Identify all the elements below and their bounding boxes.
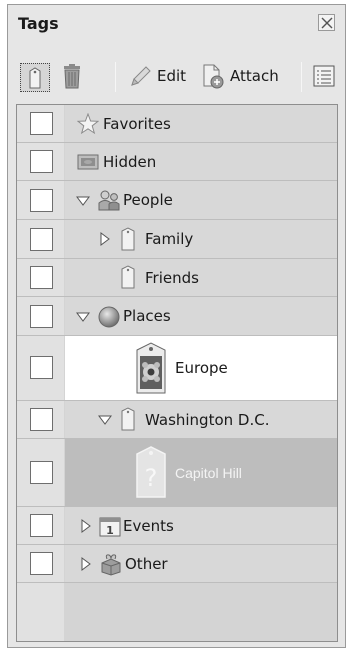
expand-arrow-icon[interactable] (100, 232, 110, 246)
attach-button[interactable]: Attach (200, 53, 279, 99)
new-tag-button[interactable] (20, 63, 50, 92)
tag-checkbox[interactable] (30, 189, 53, 212)
tag-label: Friends (145, 269, 199, 287)
tag-label: Places (123, 307, 171, 325)
tag-label: Favorites (103, 115, 171, 133)
tag-row-content: ? Capitol Hill (65, 439, 337, 506)
question-tag-icon: ? (136, 446, 166, 498)
tag-checkbox[interactable] (30, 266, 53, 289)
calendar-icon: 1 (99, 517, 121, 537)
tag-label: Events (123, 517, 174, 535)
attach-label: Attach (230, 67, 279, 85)
tag-label: Hidden (103, 153, 157, 171)
pencil-icon (131, 66, 151, 86)
star-icon (77, 113, 99, 135)
svg-text:1: 1 (106, 524, 114, 537)
tag-row-places[interactable]: Places (17, 297, 337, 336)
hidden-icon (77, 154, 99, 170)
tag-row-other[interactable]: Other (17, 545, 337, 583)
tag-icon (121, 265, 135, 289)
toolbar-separator (301, 62, 302, 92)
tag-row-friends[interactable]: Friends (17, 259, 337, 297)
edit-label: Edit (157, 67, 187, 85)
tag-list: Favorites Hidden People Family Friends P… (16, 104, 338, 642)
tag-checkbox[interactable] (30, 228, 53, 251)
tag-label: Capitol Hill (175, 465, 242, 481)
collapse-arrow-icon[interactable] (76, 196, 90, 206)
tags-panel: Tags Edit Attach Favorites Hidden People… (7, 4, 346, 648)
svg-text:?: ? (145, 464, 158, 492)
tag-checkbox[interactable] (30, 356, 53, 379)
tag-row-europe[interactable]: Europe (17, 336, 337, 401)
tag-label: People (123, 191, 173, 209)
attach-icon (203, 64, 224, 89)
tag-label: Washington D.C. (145, 411, 270, 429)
tag-checkbox[interactable] (30, 461, 53, 484)
tag-row-content: 1 Events (65, 507, 337, 544)
tag-checkbox[interactable] (30, 408, 53, 431)
tag-checkbox[interactable] (30, 150, 53, 173)
people-icon (98, 190, 120, 211)
tag-checkbox[interactable] (30, 552, 53, 575)
tag-row-content: Friends (65, 259, 337, 296)
tag-label: Other (125, 555, 168, 573)
list-view-button[interactable] (313, 53, 335, 99)
title-bar: Tags (8, 5, 345, 41)
tag-row-content: Europe (65, 336, 337, 400)
new-tag-icon (29, 66, 41, 88)
globe-icon (98, 306, 120, 328)
tag-row-content: Hidden (65, 143, 337, 180)
tag-row-content: Favorites (65, 105, 337, 142)
flower-photo-tag-icon (136, 342, 166, 394)
edit-button[interactable]: Edit (129, 53, 186, 99)
tag-icon (121, 227, 135, 251)
tag-row-events[interactable]: 1 Events (17, 507, 337, 545)
toolbar: Edit Attach (8, 53, 345, 99)
tag-row-favorites[interactable]: Favorites (17, 105, 337, 143)
tag-row-hidden[interactable]: Hidden (17, 143, 337, 181)
collapse-arrow-icon[interactable] (76, 312, 90, 322)
tag-label: Europe (175, 359, 228, 377)
expand-arrow-icon[interactable] (81, 519, 91, 533)
delete-tag-button[interactable] (61, 53, 83, 99)
tag-checkbox[interactable] (30, 112, 53, 135)
tag-row-washington-dc[interactable]: Washington D.C. (17, 401, 337, 439)
tag-label: Family (145, 230, 194, 248)
close-button[interactable] (318, 14, 335, 31)
tag-row-content: Family (65, 220, 337, 258)
close-icon (321, 17, 333, 29)
tag-row-capitol-hill[interactable]: ? Capitol Hill (17, 439, 337, 507)
tag-checkbox[interactable] (30, 305, 53, 328)
trash-icon (64, 64, 80, 89)
tag-icon (121, 407, 135, 431)
tag-row-content: Other (65, 545, 337, 582)
tag-row-content: Washington D.C. (65, 401, 337, 438)
tag-checkbox[interactable] (30, 514, 53, 537)
gift-icon (101, 554, 121, 576)
tag-row-people[interactable]: People (17, 181, 337, 220)
expand-arrow-icon[interactable] (81, 557, 91, 571)
tag-row-content: People (65, 181, 337, 219)
list-icon (313, 65, 335, 87)
panel-title: Tags (18, 14, 59, 33)
tag-row-content: Places (65, 297, 337, 335)
toolbar-separator (115, 62, 116, 92)
collapse-arrow-icon[interactable] (98, 415, 112, 425)
tag-row-family[interactable]: Family (17, 220, 337, 259)
